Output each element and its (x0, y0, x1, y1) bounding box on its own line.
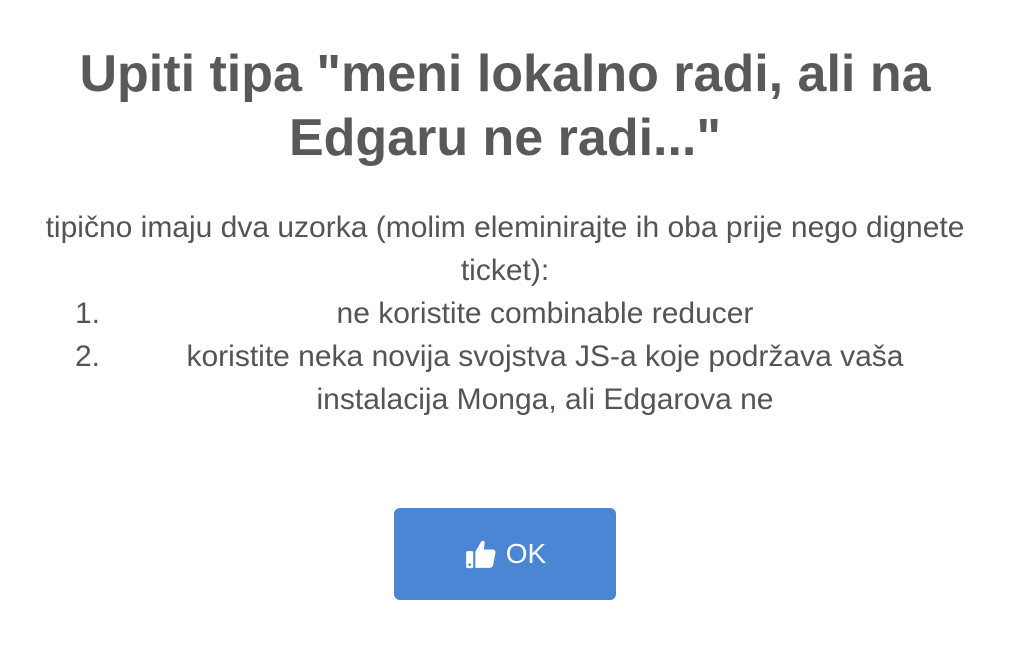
ok-button[interactable]: OK (394, 508, 616, 600)
list-item-text: ne koristite combinable reducer (336, 297, 754, 330)
list-item: 2. koristite neka novija svojstva JS-a k… (25, 335, 985, 421)
steps-list: 1. ne koristite combinable reducer 2. ko… (25, 292, 985, 421)
list-item: 1. ne koristite combinable reducer (25, 292, 985, 335)
list-item-text: koristite neka novija svojstva JS-a koje… (186, 340, 904, 416)
list-item-number: 2. (75, 340, 101, 373)
dialog-message: tipično imaju dva uzorka (molim eleminir… (25, 206, 985, 421)
ok-button-label: OK (505, 538, 547, 569)
thumbs-up-icon (464, 537, 498, 571)
list-item-number: 1. (75, 297, 101, 330)
dialog-title: Upiti tipa "meni lokalno radi, ali na Ed… (79, 45, 931, 167)
alert-dialog: Upiti tipa "meni lokalno radi, ali na Ed… (0, 0, 1010, 650)
dialog-intro: tipično imaju dva uzorka (molim eleminir… (45, 211, 965, 287)
